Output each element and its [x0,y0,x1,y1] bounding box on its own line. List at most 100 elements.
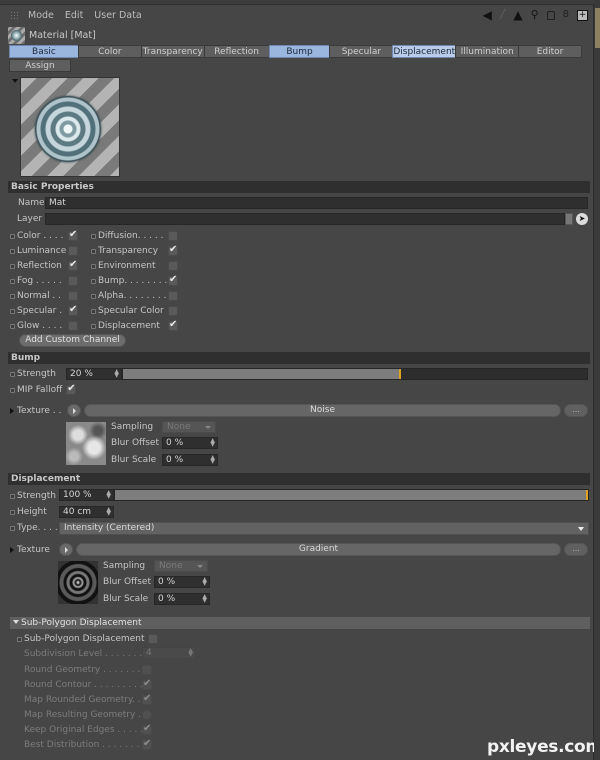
keyframe-dot-icon[interactable] [17,636,22,642]
disp-sampling-dropdown[interactable]: None [154,560,208,572]
channel-checkbox[interactable] [168,274,178,286]
disp-height-field[interactable]: 40 cm ▲ ▼ [59,506,114,518]
disp-texture-more-button[interactable]: ... [564,543,588,556]
keyframe-dot-icon[interactable] [10,293,15,299]
bump-strength-slider[interactable] [122,368,588,380]
channel-checkbox[interactable] [168,244,178,256]
tab-color[interactable]: Color [77,45,142,58]
spinner-icon[interactable]: ▲ ▼ [202,577,207,587]
section-bump[interactable]: Bump [8,352,590,364]
sub-polygon-enable-checkbox[interactable] [148,634,159,644]
tab-bump[interactable]: Bump [268,45,331,58]
expand-arrow-icon[interactable] [10,408,14,414]
keyframe-dot-icon[interactable] [91,323,96,329]
spinner-icon[interactable]: ▲ ▼ [106,490,111,500]
right-scroll-edge[interactable] [594,0,600,760]
channel-checkbox[interactable] [68,291,78,301]
channel-checkbox[interactable] [168,306,178,316]
channel-checkbox[interactable] [68,229,78,241]
keyframe-dot-icon[interactable] [10,323,15,329]
sub-polygon-option-checkbox[interactable] [142,738,152,750]
mip-falloff-checkbox[interactable] [66,383,77,395]
tab-specular[interactable]: Specular [329,45,394,58]
keyframe-dot-icon[interactable] [91,233,96,239]
keyframe-dot-icon[interactable] [10,371,15,377]
new-window-icon[interactable]: + [577,9,588,21]
slider-handle[interactable] [586,490,588,500]
disp-texture-menu-button[interactable] [59,543,73,556]
bump-strength-field[interactable]: 20 % ▲ ▼ [66,368,122,380]
section-basic-properties[interactable]: Basic Properties [8,181,590,193]
forward-arrow-icon[interactable]: ╱ [500,9,505,21]
slider-handle[interactable] [399,369,401,379]
name-field[interactable]: Mat [45,197,588,209]
grip-icon[interactable] [10,10,19,20]
lock-icon[interactable] [546,10,555,20]
sub-polygon-option-checkbox[interactable] [142,665,152,675]
material-preview[interactable] [20,77,120,177]
tab-reflection[interactable]: Reflection [203,45,270,58]
layer-field[interactable] [45,213,565,225]
keyframe-dot-icon[interactable] [10,387,15,393]
channel-checkbox[interactable] [168,291,178,301]
keyframe-dot-icon[interactable] [10,509,15,515]
bump-texture-more-button[interactable]: ... [564,404,588,417]
spinner-icon[interactable]: ▲ ▼ [114,369,119,379]
sub-polygon-option-checkbox[interactable] [142,710,152,720]
channel-checkbox[interactable] [68,276,78,286]
layer-picker-icon[interactable]: ➤ [576,213,588,225]
menu-mode[interactable]: Mode [28,10,54,21]
keyframe-dot-icon[interactable] [10,263,15,269]
bump-blur-scale-field[interactable]: 0 % ▲ ▼ [162,454,218,466]
up-arrow-icon[interactable]: ▲ [513,9,522,21]
tab-displacement[interactable]: Displacement [392,45,457,58]
expand-arrow-icon[interactable] [10,547,14,553]
subdivision-level-field[interactable]: 4 ▲ ▼ [142,647,196,659]
tab-transparency[interactable]: Transparency [140,45,205,58]
search-icon[interactable]: ⚲ [531,9,539,21]
channel-checkbox[interactable] [68,246,78,256]
spinner-icon[interactable]: ▲ ▼ [106,507,111,517]
section-sub-polygon[interactable]: Sub-Polygon Displacement [10,617,590,629]
channel-checkbox[interactable] [168,319,178,331]
disp-strength-field[interactable]: 100 % ▲ ▼ [59,489,114,501]
channel-checkbox[interactable] [68,321,78,331]
bump-texture-shader-button[interactable]: Noise [84,404,561,417]
menu-edit[interactable]: Edit [65,10,83,21]
spinner-icon[interactable]: ▲ ▼ [210,455,215,465]
bump-sampling-dropdown[interactable]: None [162,421,216,433]
keyframe-dot-icon[interactable] [10,278,15,284]
preview-collapse-arrow-icon[interactable] [12,79,18,83]
layer-menu-arrow-icon[interactable] [565,213,573,225]
add-custom-channel-button[interactable]: Add Custom Channel [19,334,126,347]
keyframe-dot-icon[interactable] [91,293,96,299]
sub-polygon-option-checkbox[interactable] [142,693,152,705]
keyframe-dot-icon[interactable] [10,233,15,239]
back-arrow-icon[interactable]: ◀ [483,9,492,21]
menu-user-data[interactable]: User Data [94,10,141,21]
disp-type-dropdown[interactable]: Intensity (Centered) [59,522,589,535]
channel-checkbox[interactable] [168,231,178,241]
keyframe-dot-icon[interactable] [10,308,15,314]
tab-editor[interactable]: Editor [518,45,582,58]
section-displacement[interactable]: Displacement [8,473,590,485]
bump-blur-offset-field[interactable]: 0 % ▲ ▼ [162,437,218,449]
spinner-icon[interactable]: ▲ ▼ [210,438,215,448]
link-icon[interactable]: 8 [563,9,569,21]
scroll-thumb[interactable] [595,8,600,48]
bump-texture-menu-button[interactable] [67,404,81,417]
disp-blur-scale-field[interactable]: 0 % ▲ ▼ [154,593,210,605]
keyframe-dot-icon[interactable] [91,308,96,314]
disp-texture-shader-button[interactable]: Gradient [76,543,561,556]
keyframe-dot-icon[interactable] [91,278,96,284]
disp-strength-slider[interactable] [114,489,589,501]
channel-checkbox[interactable] [68,259,78,271]
sub-polygon-option-checkbox[interactable] [142,678,152,690]
keyframe-dot-icon[interactable] [91,248,96,254]
keyframe-dot-icon[interactable] [91,263,96,269]
disp-blur-offset-field[interactable]: 0 % ▲ ▼ [154,576,210,588]
collapse-arrow-icon[interactable] [13,620,19,624]
spinner-icon[interactable]: ▲ ▼ [202,594,207,604]
tab-illumination[interactable]: Illumination [455,45,520,58]
keyframe-dot-icon[interactable] [10,248,15,254]
